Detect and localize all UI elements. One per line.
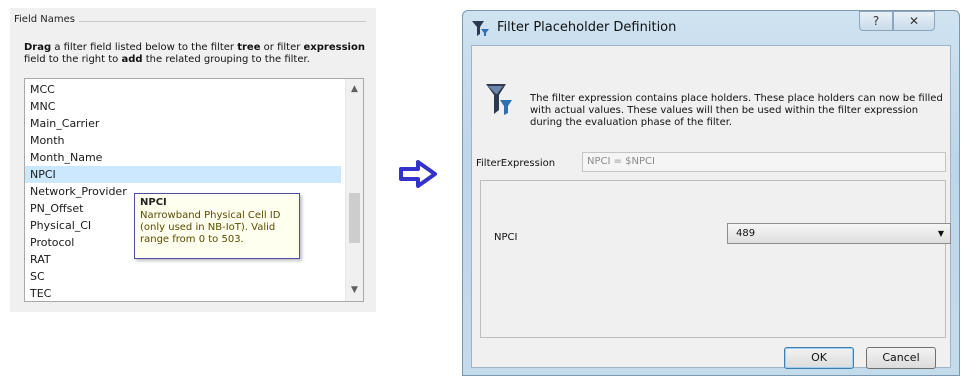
tooltip-text: (only used in NB-IoT). Valid xyxy=(140,222,276,233)
dialog-client-area: The filter expression contains place hol… xyxy=(471,45,951,369)
right-arrow-icon xyxy=(399,160,437,188)
filter-icon xyxy=(472,21,489,36)
parameter-value: 489 xyxy=(736,228,756,239)
group-title: Field Names xyxy=(14,14,79,25)
list-item[interactable]: SC xyxy=(25,268,341,285)
ok-button[interactable]: OK xyxy=(784,347,854,369)
list-item[interactable]: TEC xyxy=(25,285,341,301)
filter-info-icon xyxy=(486,84,512,115)
instructions-text: Drag a filter field listed below to the … xyxy=(24,42,365,65)
list-item-selected[interactable]: NPCI xyxy=(25,166,341,183)
dialog-title: Filter Placeholder Definition xyxy=(497,20,677,35)
scroll-thumb[interactable] xyxy=(349,193,360,243)
field-names-panel: Field Names Drag a filter field listed b… xyxy=(10,8,376,312)
list-item[interactable]: Month xyxy=(25,132,341,149)
title-bar[interactable]: Filter Placeholder Definition ? ✕ xyxy=(463,11,959,45)
group-divider xyxy=(78,21,366,22)
parameter-panel xyxy=(480,180,946,338)
list-item[interactable]: MCC xyxy=(25,81,341,98)
info-text: The filter expression contains place hol… xyxy=(530,93,943,128)
tooltip-title: NPCI xyxy=(140,197,167,208)
help-button[interactable]: ? xyxy=(859,11,893,31)
list-item[interactable]: MNC xyxy=(25,98,341,115)
list-scrollbar[interactable]: ▲ ▼ xyxy=(345,79,363,301)
tooltip-text: Narrowband Physical Cell ID xyxy=(140,210,281,221)
scroll-down-icon[interactable]: ▼ xyxy=(346,282,363,298)
tooltip-text: range from 0 to 503. xyxy=(140,234,244,245)
scroll-up-icon[interactable]: ▲ xyxy=(346,81,363,97)
list-item[interactable]: Main_Carrier xyxy=(25,115,341,132)
cancel-button[interactable]: Cancel xyxy=(866,347,936,369)
parameter-label: NPCI xyxy=(494,232,518,243)
list-item[interactable]: Month_Name xyxy=(25,149,341,166)
chevron-down-icon: ▼ xyxy=(937,229,944,238)
filter-expression-label: FilterExpression xyxy=(476,158,556,169)
field-list[interactable]: MCC MNC Main_Carrier Month Month_Name NP… xyxy=(24,78,364,302)
parameter-value-select[interactable]: 489 ▼ xyxy=(727,223,951,244)
close-button[interactable]: ✕ xyxy=(893,11,935,31)
filter-placeholder-dialog: Filter Placeholder Definition ? ✕ The fi… xyxy=(462,10,960,376)
field-tooltip: NPCI Narrowband Physical Cell ID (only u… xyxy=(134,193,300,259)
filter-expression-field[interactable]: NPCI = $NPCI xyxy=(582,152,946,172)
